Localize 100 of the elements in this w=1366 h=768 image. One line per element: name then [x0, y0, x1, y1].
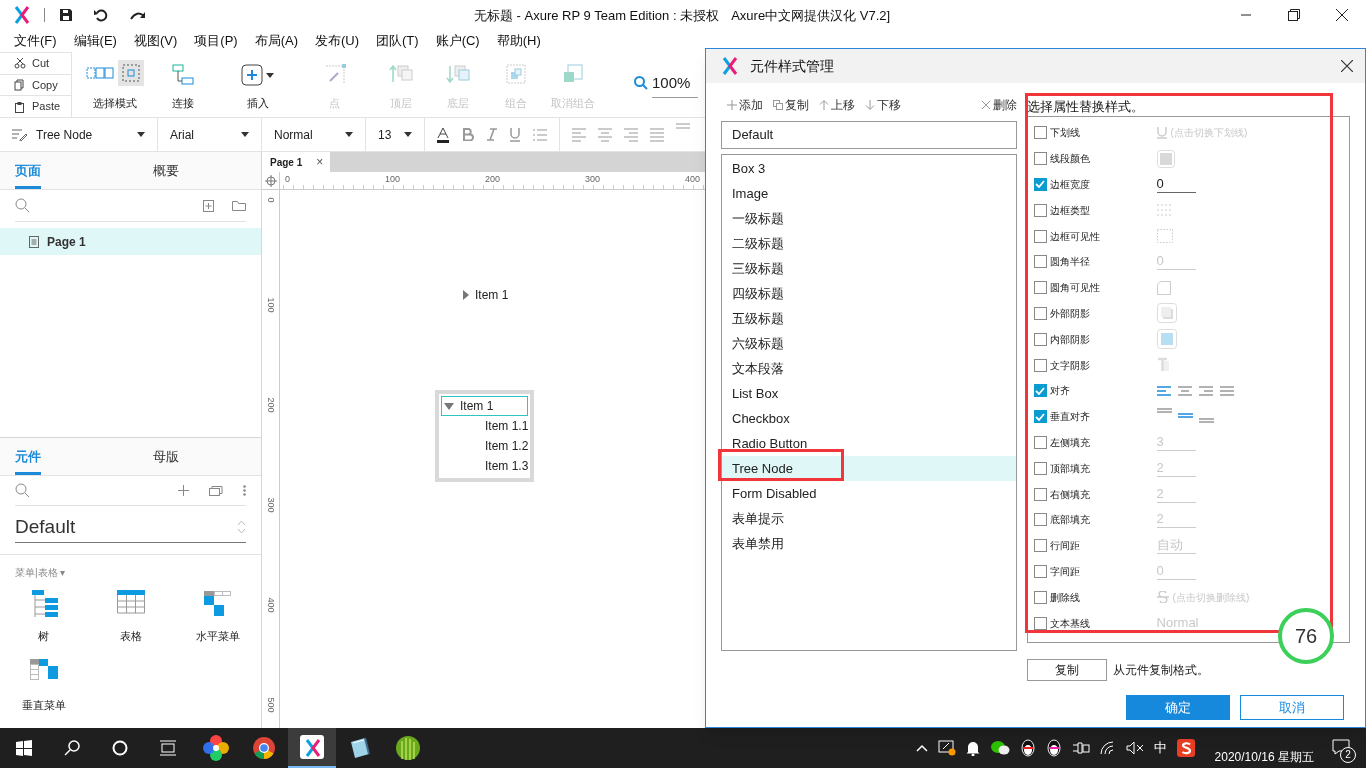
- close-icon[interactable]: [1336, 9, 1348, 21]
- style-list-item[interactable]: 四级标题: [722, 281, 1016, 306]
- tree-node[interactable]: Item 1.2: [441, 436, 529, 456]
- select-contained-icon[interactable]: [122, 64, 140, 82]
- dialog-action[interactable]: 添加: [727, 96, 763, 114]
- menu-item[interactable]: 发布(U): [315, 31, 360, 51]
- windows-icon[interactable]: [16, 740, 32, 756]
- tree-node[interactable]: Item 1.1: [441, 416, 529, 436]
- style-list-item[interactable]: Tree Node: [722, 456, 1016, 481]
- menu-item[interactable]: 团队(T): [376, 31, 419, 51]
- checkbox[interactable]: [1033, 487, 1047, 501]
- penguin-icon[interactable]: [1045, 739, 1062, 757]
- style-list-item[interactable]: Box 3: [722, 156, 1016, 181]
- taskbar-date[interactable]: 2020/10/16 星期五: [1214, 748, 1314, 766]
- widget-item[interactable]: 树: [0, 590, 87, 645]
- select-group-icon[interactable]: [86, 64, 114, 82]
- dialog-action[interactable]: 上移: [819, 96, 855, 114]
- checkbox[interactable]: [1033, 229, 1047, 243]
- dotted-square-icon[interactable]: [1156, 229, 1173, 244]
- size-dropdown[interactable]: 13: [366, 118, 425, 151]
- style-list-item[interactable]: 表单提示: [722, 506, 1016, 531]
- pinwheel-icon[interactable]: [203, 735, 229, 761]
- color-swatch-icon[interactable]: [1156, 149, 1175, 168]
- clipboard-button[interactable]: Copy: [0, 73, 71, 96]
- style-list-item[interactable]: Radio Button: [722, 431, 1016, 456]
- checkbox[interactable]: [1033, 306, 1047, 320]
- widget-item[interactable]: 垂直菜单: [0, 658, 87, 713]
- notepad-icon[interactable]: [348, 736, 372, 760]
- style-list-item[interactable]: Checkbox: [722, 406, 1016, 431]
- tree-node[interactable]: Item 1: [441, 396, 529, 416]
- monitor-icon[interactable]: [937, 740, 956, 756]
- checkbox[interactable]: [1033, 203, 1047, 217]
- power-plug-icon[interactable]: [1071, 741, 1090, 755]
- menu-item[interactable]: 账户(C): [435, 31, 480, 51]
- checkbox[interactable]: [1033, 539, 1047, 553]
- text-align-icon[interactable]: [1219, 385, 1235, 396]
- menu-item[interactable]: 编辑(E): [73, 31, 117, 51]
- checkbox[interactable]: [1033, 616, 1047, 630]
- checkbox[interactable]: [1033, 152, 1047, 166]
- undo-icon[interactable]: [93, 7, 109, 23]
- checkbox[interactable]: [1033, 126, 1047, 140]
- more-icon[interactable]: [243, 485, 246, 496]
- value-field[interactable]: 0: [1156, 176, 1196, 193]
- style-list-item[interactable]: 五级标题: [722, 306, 1016, 331]
- panel-tab[interactable]: 元件: [15, 446, 41, 475]
- menu-item[interactable]: 帮助(H): [496, 31, 541, 51]
- checkbox[interactable]: [1033, 435, 1047, 449]
- checkbox[interactable]: [1033, 332, 1047, 346]
- checkbox[interactable]: [1033, 255, 1047, 269]
- library-select[interactable]: Default: [15, 512, 246, 543]
- menu-item[interactable]: 项目(P): [194, 31, 238, 51]
- panel-tab[interactable]: 母版: [152, 446, 179, 475]
- clipboard-button[interactable]: Paste: [0, 95, 71, 117]
- tree-node[interactable]: Item 1.3: [441, 456, 529, 476]
- penguin-icon[interactable]: [1019, 739, 1036, 757]
- checkbox[interactable]: [1033, 564, 1047, 578]
- dialog-action[interactable]: 下移: [865, 96, 901, 114]
- text-color-icon[interactable]: [437, 126, 449, 143]
- checkbox[interactable]: [1033, 281, 1047, 295]
- base-style-field[interactable]: Default: [721, 121, 1017, 149]
- style-list-item[interactable]: 三级标题: [722, 256, 1016, 281]
- dialog-action[interactable]: 删除: [980, 96, 1017, 114]
- style-list-item[interactable]: 一级标题: [722, 206, 1016, 231]
- style-list-item[interactable]: 二级标题: [722, 231, 1016, 256]
- page-tab[interactable]: Page 1 ×: [262, 152, 330, 172]
- search-icon[interactable]: [64, 740, 80, 756]
- underline-icon[interactable]: [510, 127, 520, 142]
- panel-tab[interactable]: 页面: [15, 160, 41, 189]
- axure-app-icon[interactable]: [300, 735, 324, 759]
- close-tab-icon[interactable]: ×: [316, 153, 324, 171]
- style-dropdown[interactable]: Tree Node: [0, 118, 158, 151]
- close-icon[interactable]: [1341, 60, 1353, 72]
- folder-icon[interactable]: [232, 200, 246, 211]
- dialog-action[interactable]: 复制: [773, 96, 809, 114]
- selected-widget-frame[interactable]: Item 1 Item 1.1 Item 1.2 Item 1.3: [435, 390, 535, 482]
- grass-app-icon[interactable]: [395, 735, 421, 761]
- checkbox[interactable]: [1033, 590, 1047, 604]
- italic-icon[interactable]: [487, 128, 497, 141]
- text-align-icon[interactable]: [1177, 385, 1193, 396]
- circle-icon[interactable]: [112, 740, 128, 756]
- style-list-item[interactable]: Form Disabled: [722, 481, 1016, 506]
- panel-tab[interactable]: 概要: [152, 160, 179, 189]
- bold-icon[interactable]: [462, 128, 474, 141]
- toolbar-button[interactable]: 选择模式: [82, 52, 148, 117]
- text-align-icon[interactable]: [1156, 385, 1172, 396]
- wifi-icon[interactable]: [1099, 741, 1116, 755]
- plus-icon[interactable]: [178, 485, 189, 496]
- text-align-icon[interactable]: [1198, 385, 1214, 396]
- task-view-icon[interactable]: [159, 740, 177, 756]
- stack-icon[interactable]: [209, 485, 223, 496]
- category-dropdown[interactable]: 菜单|表格 ▾: [15, 565, 261, 580]
- zoom-field[interactable]: 100%: [652, 72, 698, 98]
- style-list-item[interactable]: 表单禁用: [722, 531, 1016, 556]
- menu-item[interactable]: 视图(V): [133, 31, 178, 51]
- style-list-item[interactable]: Image: [722, 181, 1016, 206]
- chrome-icon[interactable]: [252, 736, 276, 760]
- add-page-icon[interactable]: [203, 199, 214, 212]
- menu-item[interactable]: 文件(F): [14, 31, 57, 51]
- style-list-item[interactable]: 文本段落: [722, 356, 1016, 381]
- widget-item[interactable]: 水平菜单: [174, 590, 261, 645]
